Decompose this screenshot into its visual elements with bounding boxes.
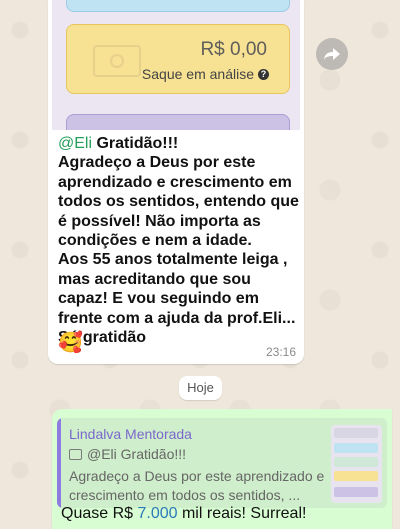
amount-link[interactable]: 7.000 bbox=[137, 505, 177, 522]
image-preview[interactable]: R$ 0,00 Saque em análise ? bbox=[52, 0, 300, 130]
preview-balance-card: R$ 0,00 Saque em análise ? bbox=[66, 24, 290, 94]
preview-status: Saque em análise ? bbox=[142, 66, 269, 82]
outgoing-text-prefix: Quase R$ bbox=[61, 505, 138, 522]
incoming-message-bubble[interactable]: R$ 0,00 Saque em análise ? @Eli Gratidão… bbox=[48, 0, 304, 364]
outgoing-text-suffix: mil reais! Surreal! bbox=[177, 505, 307, 522]
quoted-message[interactable]: Lindalva Mentorada @Eli Gratidão!!! Agra… bbox=[57, 418, 387, 508]
forward-icon bbox=[324, 48, 340, 60]
message-line-1: Gratidão!!! bbox=[96, 135, 179, 152]
smiling-hearts-emoji: 🥰 bbox=[58, 332, 83, 354]
mention[interactable]: @Eli bbox=[58, 135, 92, 152]
message-line-2: Agradeço a Deus por este aprendizado e c… bbox=[58, 154, 299, 250]
preview-bottom-card bbox=[66, 114, 290, 130]
forward-button[interactable] bbox=[316, 38, 348, 70]
quote-thumbnail bbox=[331, 425, 382, 503]
day-divider: Hoje bbox=[179, 376, 222, 400]
quote-author: Lindalva Mentorada bbox=[69, 426, 192, 442]
message-text: @Eli Gratidão!!! Agradeço a Deus por est… bbox=[58, 134, 302, 347]
money-icon bbox=[93, 45, 141, 77]
photo-icon bbox=[69, 448, 82, 460]
quote-line-2: Agradeço a Deus por este aprendizado e c… bbox=[69, 468, 325, 503]
outgoing-message-text: Quase R$ 7.000 mil reais! Surreal! bbox=[61, 505, 306, 523]
preview-status-text: Saque em análise bbox=[141, 66, 254, 82]
outgoing-message-bubble[interactable]: Lindalva Mentorada @Eli Gratidão!!! Agra… bbox=[52, 409, 392, 529]
preview-balance-value: R$ 0,00 bbox=[200, 39, 267, 60]
quote-line-1: @Eli Gratidão!!! bbox=[69, 446, 186, 462]
quote-accent-bar bbox=[57, 418, 61, 508]
help-icon: ? bbox=[258, 68, 269, 80]
preview-top-card bbox=[66, 0, 290, 12]
message-line-3: Aos 55 anos totalmente leiga , mas acred… bbox=[58, 251, 296, 347]
quote-line-1-text: @Eli Gratidão!!! bbox=[87, 446, 187, 462]
message-timestamp: 23:16 bbox=[265, 345, 296, 359]
